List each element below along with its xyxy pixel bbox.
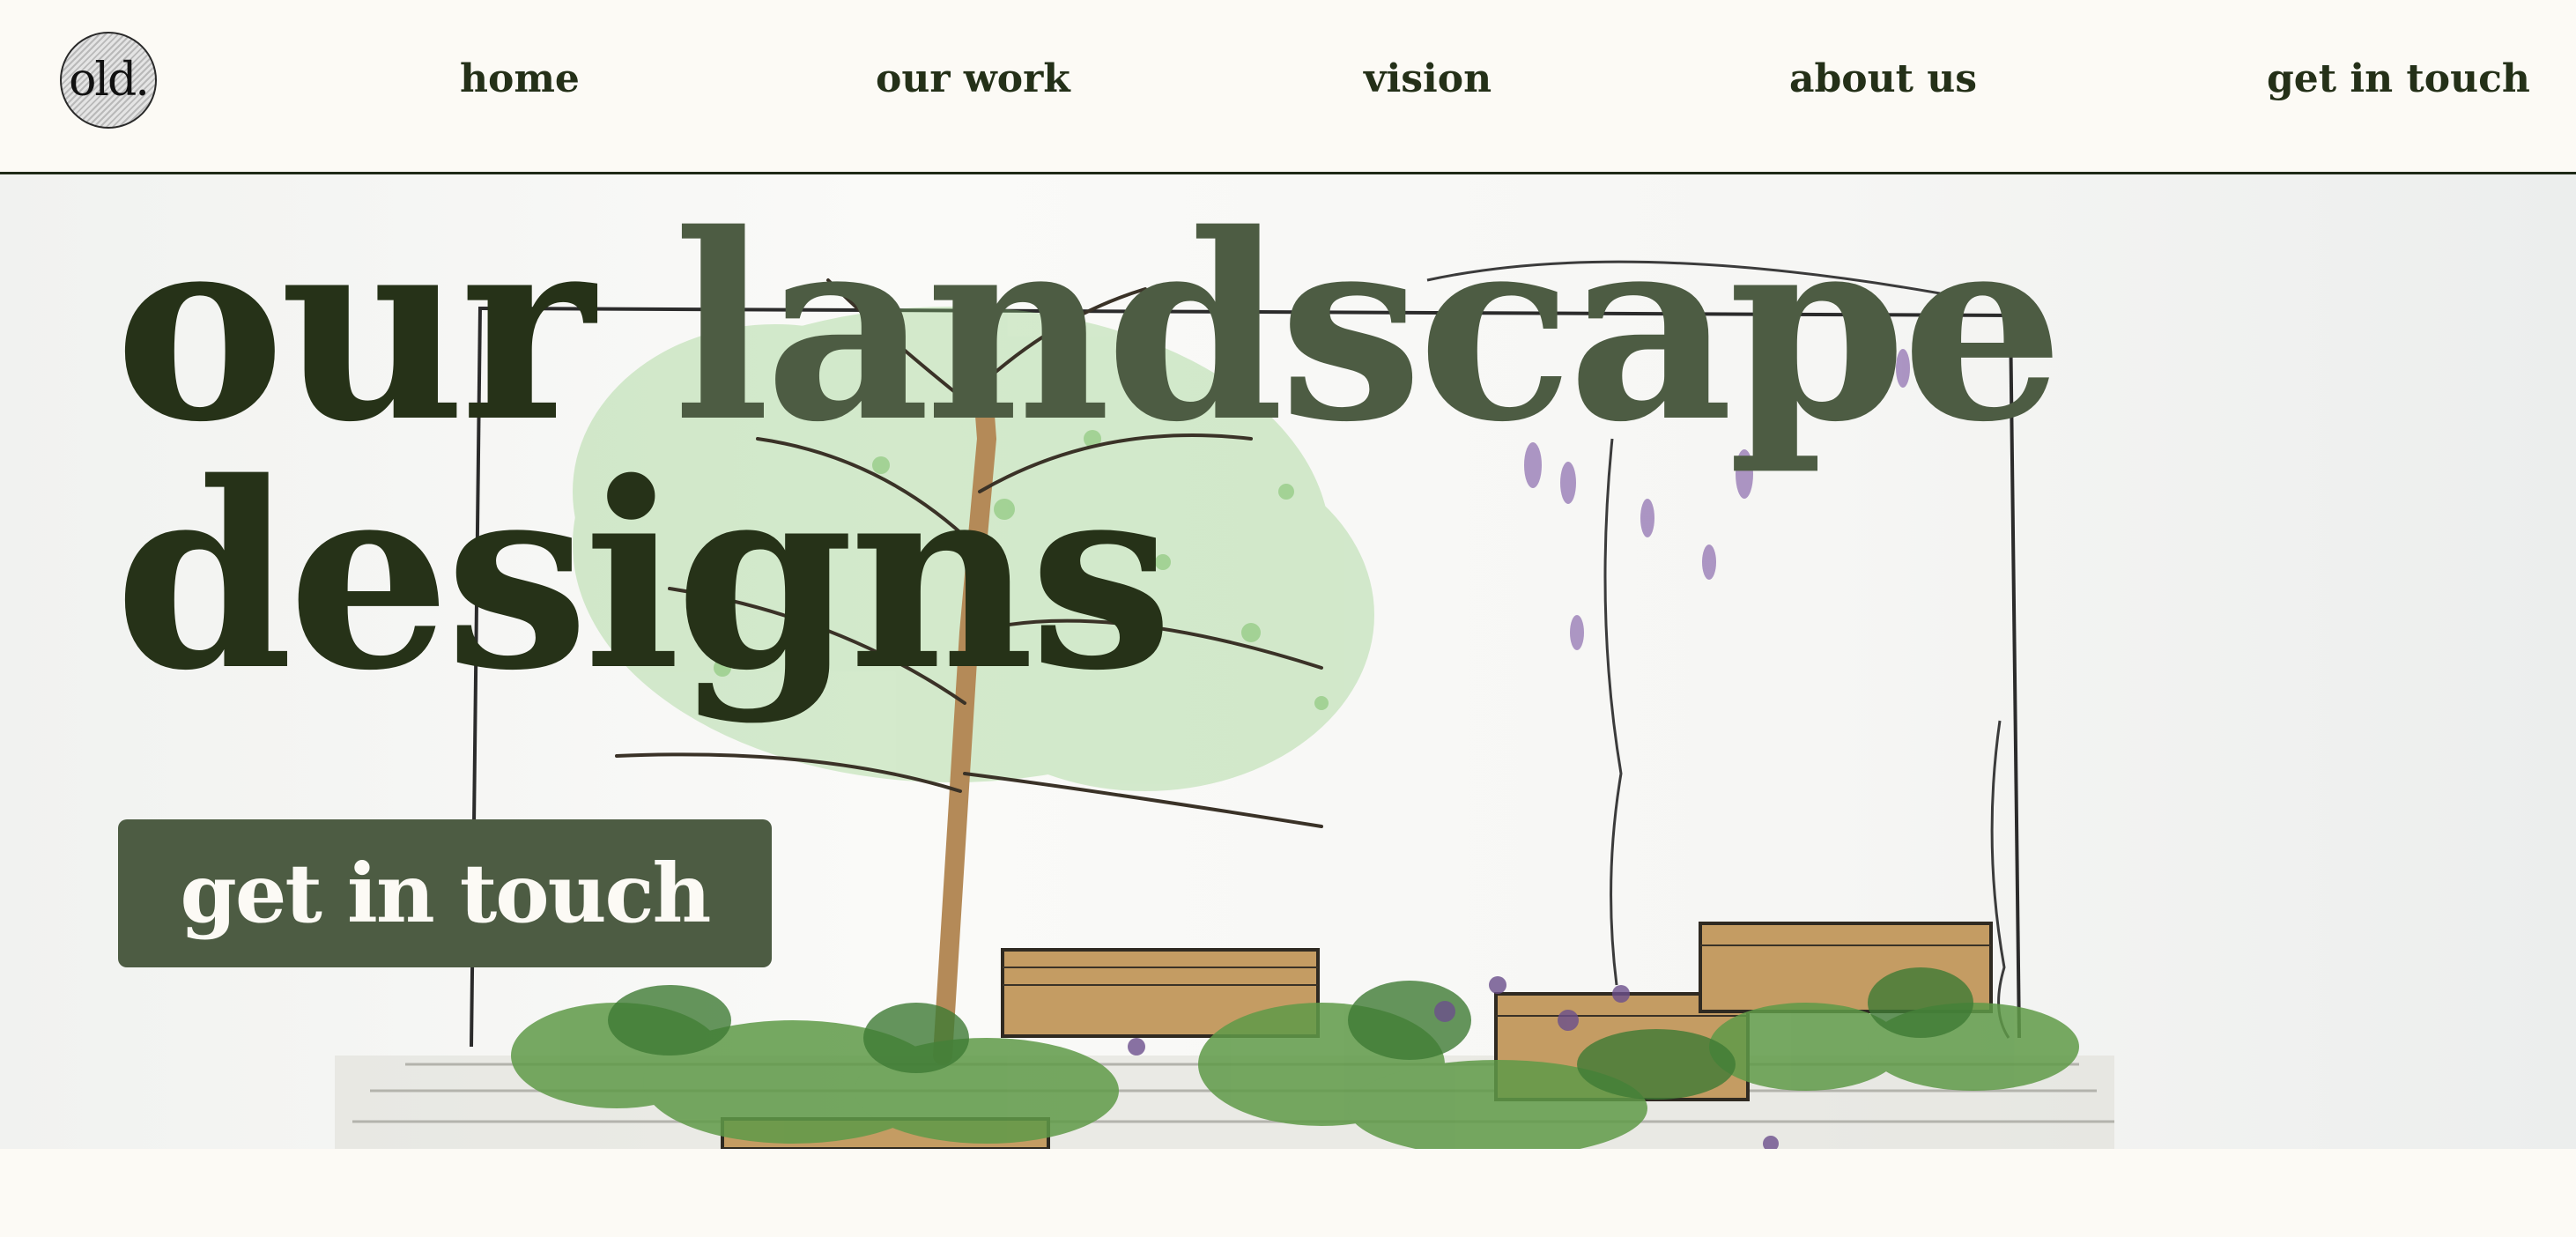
hero-headline-line1: our landscape (115, 201, 2064, 456)
logo-text: old. (69, 54, 150, 107)
hero-headline-line2: designs (115, 449, 1173, 705)
headline-word-designs: designs (115, 427, 1173, 727)
nav-link-our-work[interactable]: our work (876, 53, 1070, 106)
nav-link-vision[interactable]: vision (1364, 53, 1492, 106)
nav-link-home[interactable]: home (460, 53, 580, 106)
page-bottom-strip (0, 1149, 2576, 1237)
nav-link-about-us[interactable]: about us (1789, 53, 1977, 106)
brand-logo[interactable]: old. (60, 32, 157, 129)
hero-section: our landscape designs get in touch (0, 174, 2576, 1149)
nav-link-get-in-touch[interactable]: get in touch (2267, 53, 2530, 106)
top-navbar: old. home our work vision about us get i… (0, 0, 2576, 174)
get-in-touch-button[interactable]: get in touch (118, 819, 772, 967)
